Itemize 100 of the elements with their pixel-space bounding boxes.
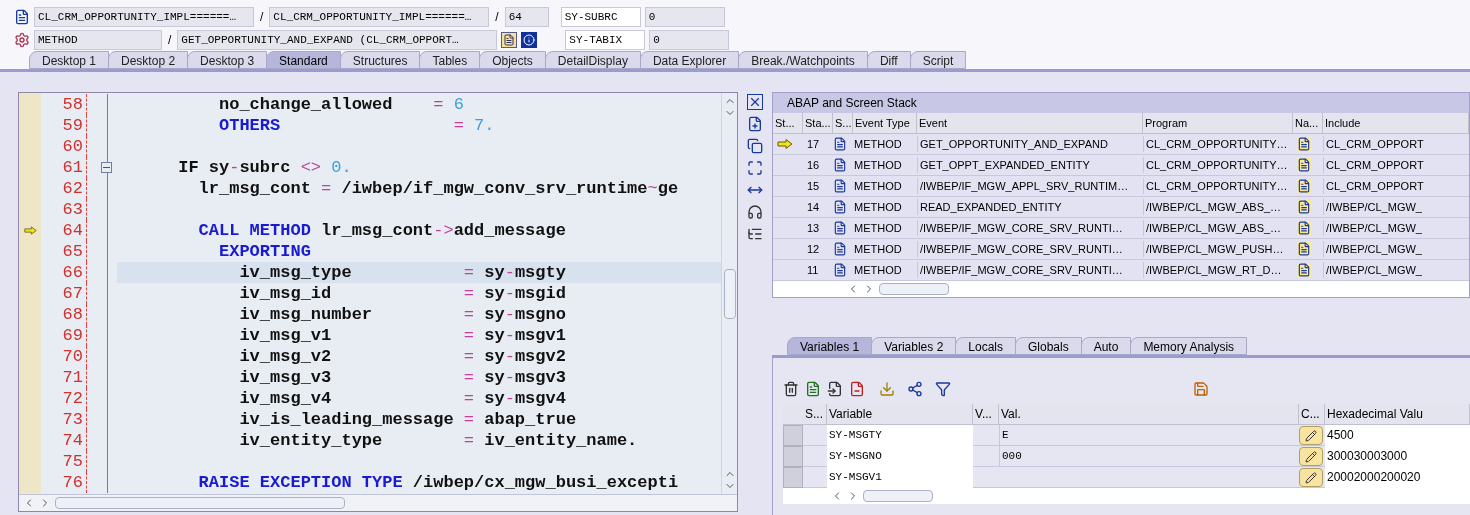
source-icon[interactable] [1297,221,1311,235]
table-row[interactable]: SY-MSGTY E 4500 [783,425,1470,446]
tab[interactable]: Desktop 1 [29,51,110,69]
line-number: 60 [41,136,87,157]
pencil-icon [1305,450,1317,463]
panel-title: ABAP and Screen Stack [773,93,1469,113]
column-header[interactable]: Sta... [803,113,833,133]
column-header[interactable]: Program [1143,113,1293,133]
display-button[interactable] [501,31,518,48]
scrollbar-thumb[interactable] [723,268,736,319]
edit-button[interactable] [1299,447,1323,466]
table-row[interactable]: 17 METHOD GET_OPPORTUNITY_AND_EXPAND CL_CRM_OPPORTUNITY… CL_CRM_OPPORT [773,134,1469,155]
scrollbar-thumb[interactable] [879,283,949,295]
tab[interactable]: Structures [339,51,421,69]
code-text: iv_msg_type = sy-msgty [238,262,567,283]
table-row[interactable]: 12 METHOD /IWBEP/IF_MGW_CORE_SRV_RUNTI… /IWBEP/CL_MGW_PUSH… /IWBEP/CL_MGW_ [773,239,1469,260]
tab[interactable]: DetailDisplay [544,51,641,69]
tab[interactable]: Standard [266,51,341,69]
column-header[interactable]: Hexadecimal Valu [1325,404,1470,424]
source-icon[interactable] [1297,263,1311,277]
source-icon[interactable] [1297,137,1311,151]
copy-icon[interactable] [747,138,763,154]
column-header[interactable]: S... [803,404,827,424]
maximize-icon[interactable] [747,160,763,176]
tab[interactable]: Auto [1080,337,1132,355]
tab[interactable]: Tables [419,51,481,69]
table-cell-text: METHOD [853,241,903,257]
tree-icon[interactable] [747,226,763,242]
table-cell[interactable]: SY-MSGNO [827,446,973,467]
code-text: iv_msg_v1 = sy-msgv1 [238,325,567,346]
table-row[interactable]: SY-MSGV1 20002000200020 [783,467,1470,488]
scrollbar-thumb[interactable] [863,490,933,502]
column-header[interactable]: Event [917,113,1143,133]
table-row[interactable]: 11 METHOD /IWBEP/IF_MGW_CORE_SRV_RUNTI… /IWBEP/CL_MGW_RT_D… /IWBEP/CL_MGW_ [773,260,1469,281]
table-cell-text: 17 [806,136,821,152]
tab[interactable]: Data Explorer [639,51,740,69]
tab[interactable]: Break./Watchpoints [738,51,868,69]
column-header[interactable]: C... [1299,404,1325,424]
source-icon[interactable] [1297,242,1311,256]
table-cell-text: 14 [806,199,821,215]
method-icon [833,179,847,193]
edit-button[interactable] [1299,468,1323,487]
save-icon[interactable] [1193,381,1209,397]
tab[interactable]: Variables 1 [787,337,873,355]
tab[interactable]: Desktop 2 [108,51,189,69]
tab[interactable]: Globals [1015,337,1082,355]
filter-icon[interactable] [935,381,951,397]
table-cell[interactable]: SY-MSGV1 [827,467,973,488]
table-cell-text: METHOD [853,220,903,236]
table-cell[interactable]: SY-MSGTY [827,425,973,446]
column-header[interactable]: S... [833,113,853,133]
source-icon[interactable] [1297,158,1311,172]
edit-button[interactable] [1299,426,1323,445]
table-row[interactable]: 15 METHOD /IWBEP/IF_MGW_APPL_SRV_RUNTIM… CL_CRM_OPPORTUNITY… CL_CRM_OPPORT [773,176,1469,197]
tab[interactable]: Desktop 3 [187,51,268,69]
line-number: 73 [41,409,87,430]
table-cell: /IWBEP/IF_MGW_CORE_SRV_RUNTI… [917,240,1143,258]
table-cell: READ_EXPANDED_ENTITY [917,198,1143,216]
source-icon[interactable] [1297,200,1311,214]
scrollbar-thumb[interactable] [55,497,345,509]
table-row[interactable]: 13 METHOD /IWBEP/IF_MGW_CORE_SRV_RUNTI… /IWBEP/CL_MGW_ABS_… /IWBEP/CL_MGW_ [773,218,1469,239]
table-cell: CL_CRM_OPPORTUNITY… [1143,156,1293,174]
import-icon[interactable] [827,381,843,397]
code-editor[interactable] [18,92,738,512]
remove-icon[interactable] [849,381,865,397]
display-field: METHOD [34,29,162,50]
delete-icon[interactable] [783,381,799,397]
horizontal-scrollbar[interactable] [19,494,737,511]
document-icon[interactable] [805,381,821,397]
download-icon[interactable] [879,381,895,397]
close-icon[interactable] [747,94,763,110]
column-header[interactable]: Val. [999,404,1299,424]
share-icon[interactable] [907,381,923,397]
headphones-icon[interactable] [747,204,763,220]
method-icon [833,242,847,256]
system-field-name: SY-TABIX [565,29,646,50]
column-header[interactable]: V... [973,404,999,424]
collapse-icon[interactable] [101,162,112,173]
table-row[interactable]: 14 METHOD READ_EXPANDED_ENTITY /IWBEP/CL_MGW_ABS_… /IWBEP/CL_MGW_ [773,197,1469,218]
table-cell-text: 15 [806,178,821,194]
source-icon[interactable] [1297,179,1311,193]
column-header[interactable]: St... [773,113,803,133]
tab[interactable]: Objects [479,51,546,69]
table-row[interactable]: 16 METHOD GET_OPPT_EXPANDED_ENTITY CL_CRM_OPPORTUNITY… CL_CRM_OPPORT [773,155,1469,176]
tab[interactable]: Memory Analysis [1130,337,1248,355]
table-cell: /IWBEP/CL_MGW_ABS_… [1143,198,1293,216]
separator: / [259,8,265,26]
code-text: IF sy-subrc <> 0. [177,157,353,178]
tab[interactable]: Locals [955,337,1016,355]
tab[interactable]: Diff [866,51,911,69]
tab[interactable]: Script [909,51,967,69]
table-row[interactable]: SY-MSGNO 000 300030003000 [783,446,1470,467]
line-number: 70 [41,346,87,367]
system-field-name: SY-SUBRC [560,6,641,27]
info-button[interactable] [521,31,538,48]
column-header[interactable]: Na... [1293,113,1323,133]
column-header[interactable]: Event Type [853,113,917,133]
tab[interactable]: Variables 2 [871,337,957,355]
column-header[interactable]: Include [1323,113,1469,133]
column-header[interactable]: Variable [827,404,973,424]
